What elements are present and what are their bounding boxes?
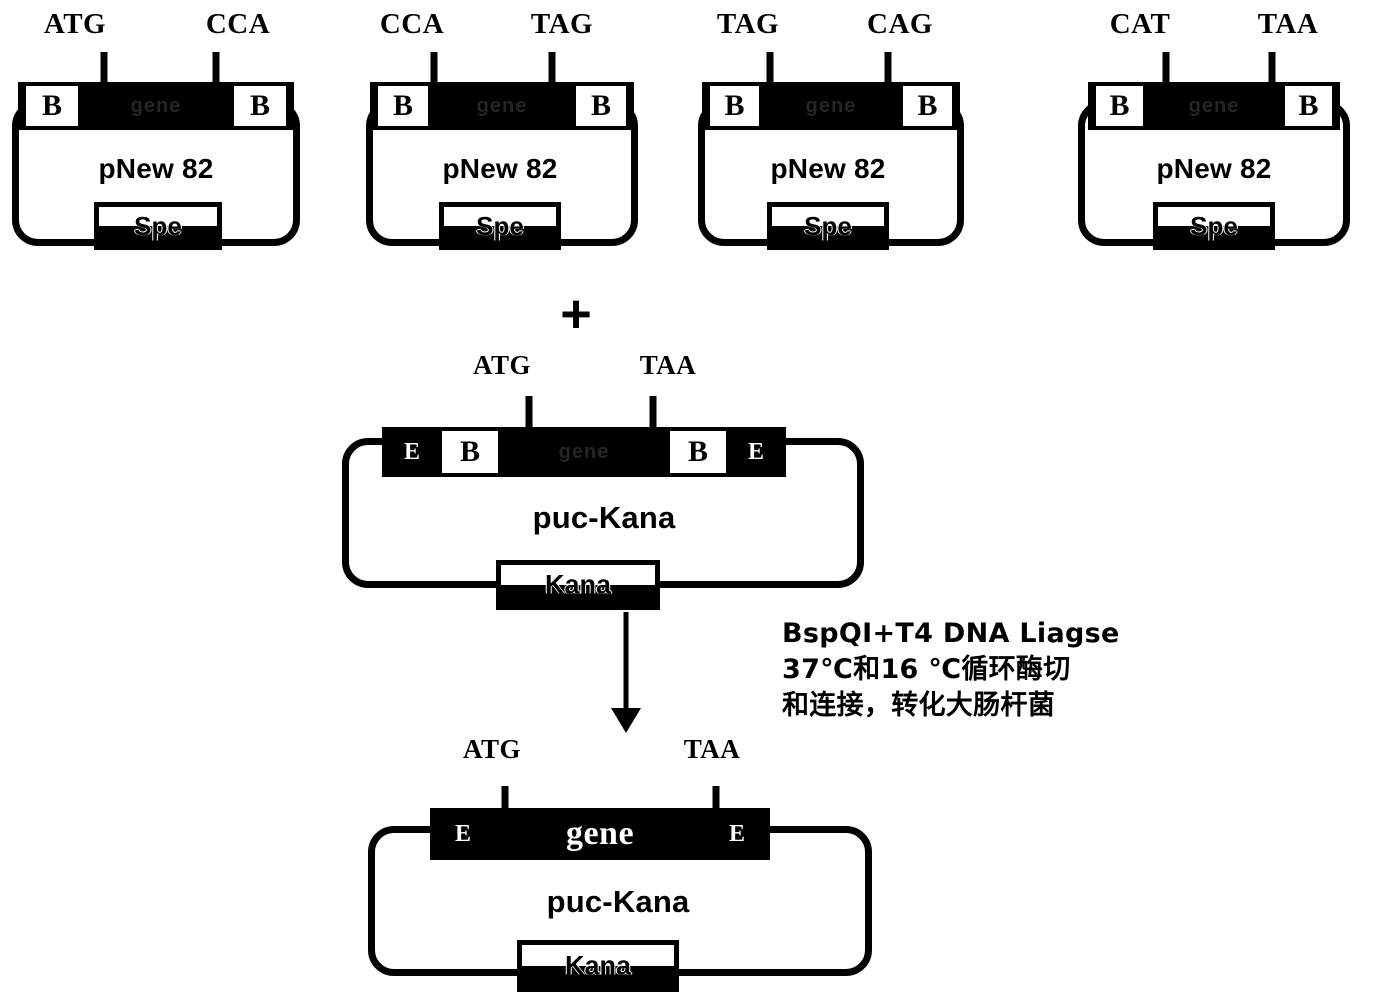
inner-site-box-right: B (666, 431, 730, 473)
codon-label-right: CCA (205, 8, 271, 40)
reaction-line-3: 和连接，转化大肠杆菌 (782, 689, 1055, 721)
site-box-left: B (1092, 86, 1147, 126)
codon-label-left: ATG (43, 8, 107, 40)
codon-label-left: ATG (472, 350, 532, 380)
insert-cassette: B gene B (1088, 82, 1340, 130)
codon-label-left: CCA (379, 8, 445, 40)
marker-label: Spe (804, 211, 852, 241)
codon-label-right: TAG (530, 8, 594, 40)
insert-cassette: B gene B (18, 82, 294, 130)
site-box-right: B (230, 86, 290, 126)
site-box-left: B (22, 86, 82, 126)
resistance-marker: Spe (767, 202, 889, 250)
marker-label: Kana (564, 950, 632, 981)
site-box-left: B (374, 86, 432, 126)
insert-segment: gene (763, 86, 899, 126)
insert-segment: gene (432, 86, 572, 126)
reaction-line-2: 37℃和16 ℃循环酶切 (782, 653, 1071, 685)
plasmid-name: pNew 82 (770, 153, 886, 184)
insert-cassette: B gene B (370, 82, 634, 130)
insert-cassette: B gene B (702, 82, 960, 130)
codon-label-right: TAA (639, 350, 697, 380)
codon-label-right: TAA (1257, 8, 1319, 40)
resistance-marker: Spe (1153, 202, 1275, 250)
codon-label-right: CAG (867, 8, 933, 40)
diagram-canvas: ATG CCA B gene B pNew 82 Spe CCA TAG B g… (0, 0, 1392, 1008)
insert-segment: gene (1147, 86, 1281, 126)
outer-site-box-left: E (386, 431, 438, 473)
resistance-marker: Kana (496, 560, 660, 610)
arrow-shaft (623, 612, 629, 712)
plasmid-name: puc-Kana (546, 884, 690, 919)
site-box-right: B (899, 86, 956, 126)
insert-segment: gene (502, 431, 666, 473)
inner-site-box-left: B (438, 431, 502, 473)
plus-symbol: + (560, 284, 592, 344)
plasmid-name: puc-Kana (532, 500, 676, 535)
resistance-marker: Kana (517, 940, 679, 992)
reaction-annotation: BspQI+T4 DNA Liagse 37℃和16 ℃循环酶切 和连接，转化大… (782, 616, 1120, 724)
plasmid-name: pNew 82 (98, 153, 214, 184)
plasmid-name: pNew 82 (442, 153, 558, 184)
marker-label: Kana (544, 569, 612, 600)
site-box-left: B (706, 86, 763, 126)
codon-label-left: ATG (462, 734, 522, 764)
site-box-right: B (572, 86, 630, 126)
reaction-line-1: BspQI+T4 DNA Liagse (782, 618, 1120, 649)
insert-segment: gene (492, 812, 708, 856)
outer-site-box-right: E (708, 812, 766, 856)
outer-site-box-right: E (730, 431, 782, 473)
insert-cassette: E B gene B E (382, 427, 786, 477)
marker-label: Spe (476, 211, 524, 241)
resistance-marker: Spe (439, 202, 561, 250)
arrow-head-icon (611, 708, 641, 733)
insert-segment: gene (82, 86, 230, 126)
site-box-right: B (1281, 86, 1336, 126)
marker-label: Spe (1190, 211, 1238, 241)
insert-cassette: E gene E (430, 808, 770, 860)
marker-label: Spe (134, 211, 182, 241)
codon-label-right: TAA (683, 734, 741, 764)
codon-label-left: TAG (716, 8, 780, 40)
codon-label-left: CAT (1109, 8, 1171, 40)
resistance-marker: Spe (94, 202, 222, 250)
plasmid-name: pNew 82 (1156, 153, 1272, 184)
outer-site-box-left: E (434, 812, 492, 856)
